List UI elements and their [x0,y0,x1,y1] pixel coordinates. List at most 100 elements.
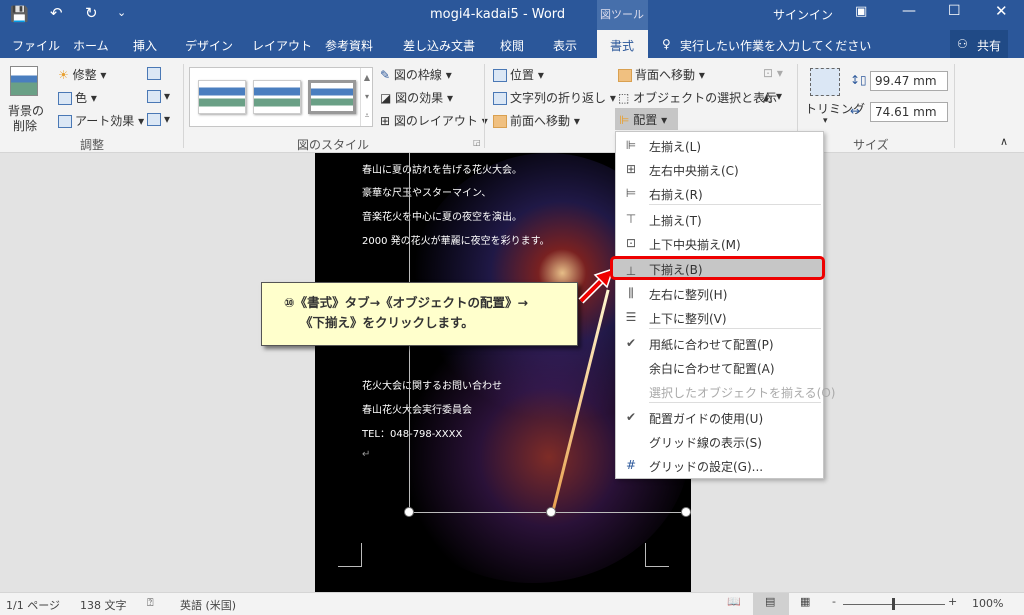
remove-background-label-2[interactable]: 削除 [13,117,37,134]
signin-link[interactable]: サインイン [773,6,833,23]
redo-icon[interactable]: ↻ [85,4,98,22]
menu-item[interactable]: ⊥ 下揃え(B) [610,256,825,280]
menu-item-label: 余白に合わせて配置(A) [649,362,775,376]
menu-item[interactable]: ⊨ 右揃え(R) [616,181,823,205]
menu-item[interactable]: ⫼ 左右に整列(H) [616,281,823,305]
status-bar: 1/1 ページ 138 文字 ⍰ 英語 (米国) 📖 ▤ ▦ - + 100% [0,592,1024,615]
change-picture-icon[interactable]: ▾ [147,89,170,103]
web-layout-icon[interactable]: ▦ [800,595,810,608]
page-count[interactable]: 1/1 ページ [6,597,60,613]
doc-line: 春山花火大会実行委員会 [362,405,472,416]
picture-border-button[interactable]: ✎ 図の枠線 ▾ [380,66,452,83]
menu-item[interactable]: ✔ 配置ガイドの使用(U) [616,405,823,429]
tab-view[interactable]: 表示 [553,37,577,54]
blank-icon [624,360,638,374]
zoom-level[interactable]: 100% [972,597,1003,610]
color-button[interactable]: 色 ▾ [58,89,97,106]
word-count[interactable]: 138 文字 [80,597,127,613]
menu-item[interactable]: ⊫ 左揃え(L) [616,133,823,157]
position-button[interactable]: 位置 ▾ [493,66,544,83]
menu-item[interactable]: 選択したオブジェクトを揃える(O) [616,379,835,403]
picture-styles-gallery[interactable]: ▲ ▾ ⩡ [189,67,373,127]
tab-insert[interactable]: 挿入 [133,37,157,54]
minimize-button[interactable]: — [902,3,916,19]
doc-line: 春山に夏の訪れを告げる花火大会。 [362,165,522,176]
share-button[interactable]: 共有 [977,37,1001,54]
collapse-ribbon-icon[interactable]: ∧ [1000,135,1008,148]
print-layout-icon[interactable]: ▤ [765,595,775,608]
crop-dropdown-icon[interactable]: ▾ [823,116,828,126]
dialog-launcher-icon[interactable]: ◲ [473,138,481,147]
picture-effects-button[interactable]: ◪ 図の効果 ▾ [380,89,453,106]
gallery-scroll[interactable]: ▲ ▾ ⩡ [360,68,373,126]
zoom-in-button[interactable]: + [948,595,957,608]
customize-qat-icon[interactable]: ⌄ [117,6,126,19]
wrap-text-button[interactable]: 文字列の折り返し ▾ [493,89,616,106]
close-button[interactable]: ✕ [995,2,1008,20]
proofing-icon[interactable]: ⍰ [147,596,154,610]
width-input[interactable]: 74.61 mm [870,102,948,122]
style-thumb[interactable] [308,80,356,114]
tab-design[interactable]: デザイン [185,37,233,54]
menu-item[interactable]: ⊡ 上下中央揃え(M) [616,231,823,255]
save-icon[interactable]: 💾 [10,5,29,23]
tab-references[interactable]: 参考資料 [325,37,373,54]
wrap-icon [493,92,507,105]
context-tab-label: 図ツール [600,8,644,21]
remove-background-icon[interactable] [10,66,38,96]
send-backward-button[interactable]: 背面へ移動 ▾ [618,66,705,83]
menu-item-label: グリッドの設定(G)... [649,460,764,474]
resize-handle[interactable] [681,507,691,517]
read-mode-icon[interactable]: 📖 [727,595,741,608]
tab-mailings[interactable]: 差し込み文書 [403,37,475,54]
align-button[interactable]: ⊫ 配置 ▾ [615,108,678,130]
tab-file[interactable]: ファイル [12,37,60,54]
tab-home[interactable]: ホーム [73,37,109,54]
tab-layout[interactable]: レイアウト [252,37,312,54]
menu-item[interactable]: ✔ 用紙に合わせて配置(P) [616,331,823,355]
compress-icon[interactable] [147,66,164,80]
group-icon[interactable]: ⊡ ▾ [763,66,783,80]
resize-handle[interactable] [404,507,414,517]
maximize-button[interactable]: ☐ [948,3,961,19]
sun-icon: ☀ [58,68,69,82]
callout-line: 《下揃え》をクリックします。 [300,315,474,330]
zoom-slider-thumb[interactable] [892,598,895,610]
height-input[interactable]: 99.47 mm [870,71,948,91]
zoom-out-button[interactable]: - [832,595,836,608]
menu-item-label: グリッド線の表示(S) [649,436,762,450]
menu-item[interactable]: # グリッドの設定(G)... [616,453,823,477]
style-thumb[interactable] [253,80,301,114]
language[interactable]: 英語 (米国) [180,597,236,613]
selection-pane-button[interactable]: ⬚ オブジェクトの選択と表示 [618,89,777,106]
style-thumb[interactable] [198,80,246,114]
check-icon: ✔ [625,410,637,424]
tab-review[interactable]: 校閲 [500,37,524,54]
group-size-label: サイズ [853,138,889,152]
corrections-button[interactable]: ☀ 修整 ▾ [58,66,106,83]
rotate-icon[interactable]: ◭ ▾ [763,89,782,103]
menu-item-label: 上下に整列(V) [649,312,727,326]
layout-icon: ⊞ [380,114,391,128]
art-effects-icon [58,115,72,128]
picture-layout-button[interactable]: ⊞ 図のレイアウト ▾ [380,112,488,129]
ribbon-display-icon[interactable]: ▣ [855,4,867,19]
menu-item[interactable]: 余白に合わせて配置(A) [616,355,823,379]
artistic-effects-button[interactable]: アート効果 ▾ [58,112,144,129]
resize-handle[interactable] [546,507,556,517]
doc-line: 音楽花火を中心に夏の夜空を演出。 [362,212,522,223]
menu-item[interactable]: グリッド線の表示(S) [616,429,823,453]
bring-forward-button[interactable]: 前面へ移動 ▾ [493,112,580,129]
reset-picture-icon[interactable]: ▾ [147,112,170,126]
menu-item[interactable]: ⊞ 左右中央揃え(C) [616,157,823,181]
menu-item-label: 上下中央揃え(M) [649,238,741,252]
crop-icon[interactable] [810,68,840,96]
tell-me-input[interactable]: 実行したい作業を入力してください [680,37,871,54]
menu-item[interactable]: ⊤ 上揃え(T) [616,207,823,231]
menu-item[interactable]: ☰ 上下に整列(V) [616,305,823,329]
align-center-icon: ⊞ [625,162,637,176]
tab-format[interactable]: 書式 [610,37,634,54]
distribute-vertical-icon: ☰ [625,310,637,324]
callout-line: ⑩《書式》タブ→《オブジェクトの配置》→ [284,295,529,310]
undo-icon[interactable]: ↶ [50,4,63,22]
